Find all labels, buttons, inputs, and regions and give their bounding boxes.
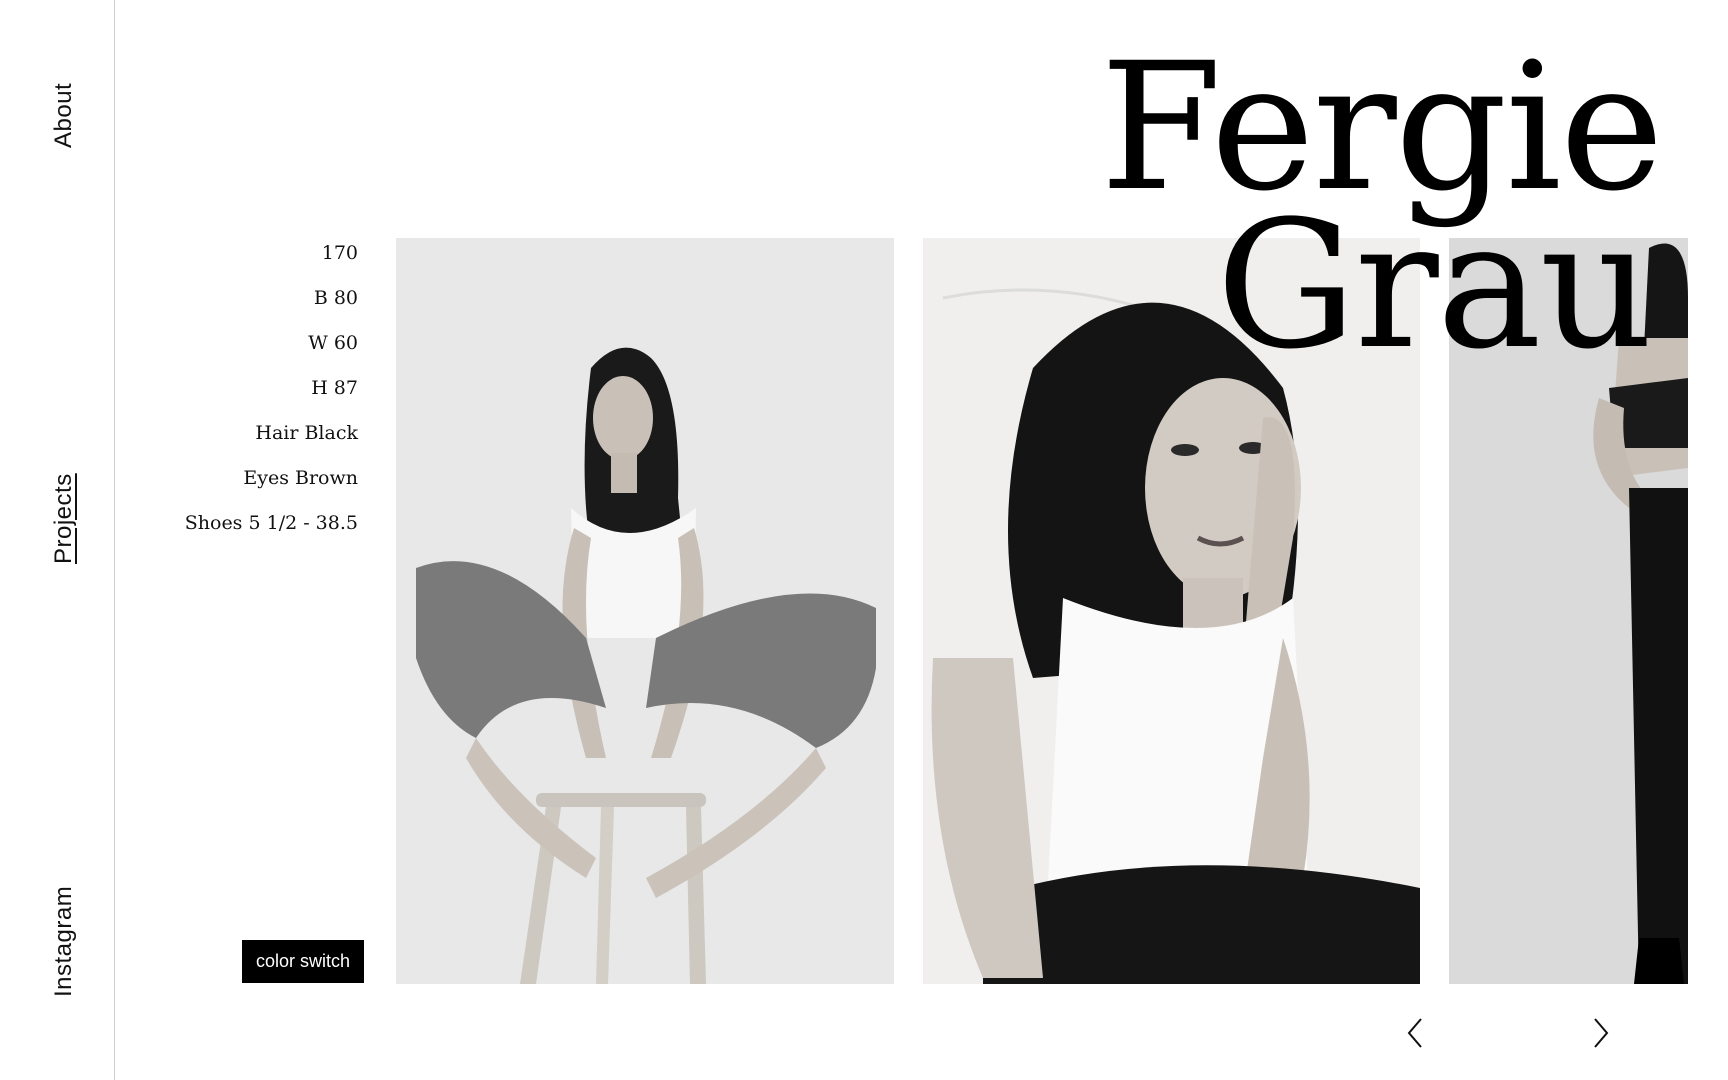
color-switch-button[interactable]: color switch <box>242 940 364 983</box>
stat-shoes: Shoes 5 1/2 - 38.5 <box>184 512 358 534</box>
stat-hips: H 87 <box>311 377 358 399</box>
sidebar: About Projects Instagram <box>0 0 115 1080</box>
chevron-left-icon[interactable] <box>1401 1016 1429 1050</box>
nav-instagram[interactable]: Instagram <box>50 886 78 997</box>
gallery-photo[interactable] <box>396 238 894 984</box>
photo-seated-on-stool <box>396 238 894 984</box>
stat-height: 170 <box>321 242 358 264</box>
stat-hair: Hair Black <box>255 422 358 444</box>
stat-eyes: Eyes Brown <box>243 467 358 489</box>
nav-projects[interactable]: Projects <box>50 473 78 564</box>
nav-about[interactable]: About <box>50 83 78 148</box>
stat-bust: B 80 <box>313 287 358 309</box>
model-last-name: Grau <box>1216 183 1653 388</box>
stat-waist: W 60 <box>308 332 358 354</box>
model-stats: 170 B 80 W 60 H 87 Hair Black Eyes Brown… <box>185 238 358 553</box>
page: About Projects Instagram 170 B 80 W 60 H… <box>0 0 1728 1080</box>
chevron-right-icon[interactable] <box>1587 1016 1615 1050</box>
